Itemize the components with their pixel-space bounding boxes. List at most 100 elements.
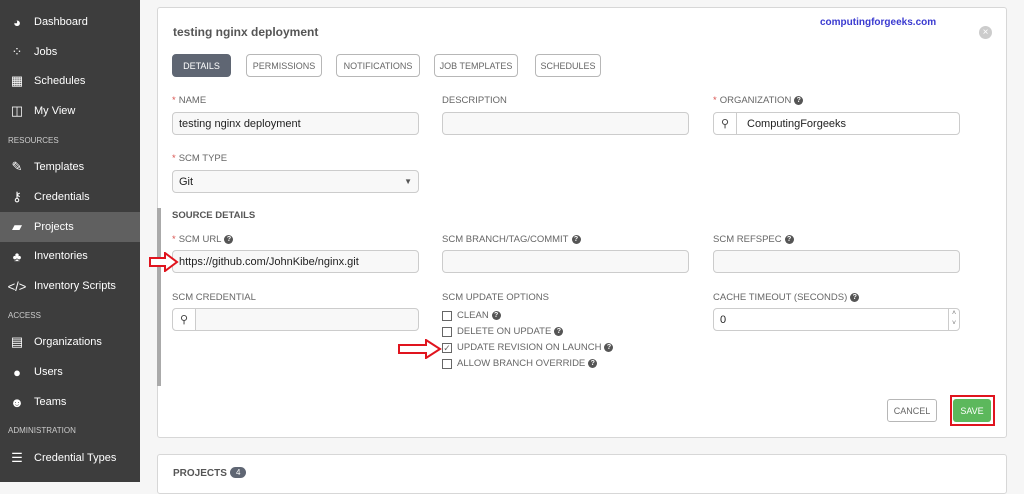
sidebar-item-schedules[interactable]: ▦ Schedules <box>0 66 140 96</box>
key-icon: ⚷ <box>12 189 22 204</box>
sidebar-item-label: Jobs <box>34 46 58 58</box>
scm-update-options-label: SCM UPDATE OPTIONS <box>442 292 549 303</box>
option-label: ALLOW BRANCH OVERRIDE <box>457 358 586 369</box>
help-icon[interactable]: ? <box>224 234 234 244</box>
section-indicator <box>157 208 161 386</box>
search-icon[interactable]: ⚲ <box>173 309 196 330</box>
sidebar-item-inventories[interactable]: ♣ Inventories <box>0 241 140 271</box>
help-icon[interactable]: ? <box>571 234 581 244</box>
list-alt-icon: ☰ <box>11 450 23 465</box>
building-icon: ▤ <box>10 334 24 349</box>
scm-url-input[interactable]: https://github.com/JohnKibe/nginx.git <box>172 250 419 273</box>
help-icon[interactable]: ? <box>604 343 614 352</box>
sidebar: ◕ Dashboard ⁘ Jobs ▦ Schedules ◫ My View ✎ Templa… <box>0 0 140 482</box>
sidebar-item-label: Users <box>34 366 63 378</box>
sidebar-item-label: Teams <box>34 396 67 408</box>
description-input[interactable] <box>442 112 689 135</box>
option-update-revision-on-launch[interactable]: ✓ UPDATE REVISION ON LAUNCH? <box>442 342 614 353</box>
sidebar-section-heading: ADMINISTRATION <box>8 426 76 435</box>
red-arrow-annotation <box>149 252 179 272</box>
sidebar-item-label: Inventory Scripts <box>34 280 116 292</box>
help-icon[interactable]: ? <box>554 327 564 336</box>
sidebar-item-users[interactable]: ● Users <box>0 357 140 387</box>
sidebar-item-label: Organizations <box>34 336 102 348</box>
description-label: DESCRIPTION <box>442 95 507 106</box>
sidebar-item-credentials[interactable]: ⚷ Credentials <box>0 182 140 212</box>
cache-timeout-label: CACHE TIMEOUT (SECONDS)? <box>713 292 860 303</box>
code-icon: </> <box>7 278 27 294</box>
organization-label: * ORGANIZATION? <box>713 95 804 106</box>
option-label: CLEAN <box>457 310 489 321</box>
sidebar-item-teams[interactable]: ☻ Teams <box>0 387 140 417</box>
sidebar-item-dashboard[interactable]: ◕ Dashboard <box>0 7 140 37</box>
edit-icon: ✎ <box>11 159 23 174</box>
sidebar-item-label: Credential Types <box>34 452 117 464</box>
scm-url-label: * SCM URL? <box>172 234 234 245</box>
help-icon[interactable]: ? <box>794 95 804 105</box>
help-icon[interactable]: ? <box>850 292 860 302</box>
scm-branch-label: SCM BRANCH/TAG/COMMIT? <box>442 234 581 245</box>
sidebar-item-label: Inventories <box>34 250 88 262</box>
sidebar-item-label: Schedules <box>34 75 86 87</box>
projects-heading: PROJECTS <box>173 468 227 479</box>
scm-type-select[interactable]: Git ▼ <box>172 170 419 193</box>
sidebar-item-projects[interactable]: ▰ Projects <box>0 212 140 242</box>
sidebar-item-label: Dashboard <box>34 16 88 28</box>
sidebar-item-label: Templates <box>34 161 85 173</box>
spinner-icon: ⁘ <box>11 44 23 59</box>
checkbox[interactable]: ✓ <box>442 342 452 353</box>
cache-timeout-input[interactable]: 0 ˄ ˅ <box>713 308 960 331</box>
sidebar-item-inventory-scripts[interactable]: </> Inventory Scripts <box>0 271 140 301</box>
folder-open-icon: ▰ <box>12 219 22 234</box>
option-label: UPDATE REVISION ON LAUNCH <box>457 342 602 353</box>
scm-branch-input[interactable] <box>442 250 689 273</box>
option-clean[interactable]: CLEAN? <box>442 310 501 321</box>
option-label: DELETE ON UPDATE <box>457 326 552 337</box>
sidebar-item-templates[interactable]: ✎ Templates <box>0 152 140 182</box>
sitemap-icon: ♣ <box>12 248 22 264</box>
tab-permissions[interactable]: PERMISSIONS <box>246 54 322 77</box>
close-icon[interactable]: × <box>979 26 992 39</box>
help-icon[interactable]: ? <box>588 359 598 368</box>
red-arrow-annotation <box>398 339 442 359</box>
users-icon: ☻ <box>10 394 24 410</box>
projects-count-badge: 4 <box>230 467 247 478</box>
option-delete-on-update[interactable]: DELETE ON UPDATE? <box>442 326 564 337</box>
sidebar-item-label: Projects <box>34 221 74 233</box>
sidebar-item-organizations[interactable]: ▤ Organizations <box>0 327 140 357</box>
search-icon[interactable]: ⚲ <box>714 113 737 134</box>
help-icon[interactable]: ? <box>491 311 501 320</box>
scm-credential-label: SCM CREDENTIAL <box>172 292 256 303</box>
help-icon[interactable]: ? <box>784 234 794 244</box>
tab-job-templates[interactable]: JOB TEMPLATES <box>434 54 518 77</box>
columns-icon: ◫ <box>10 103 24 118</box>
tab-details[interactable]: DETAILS <box>172 54 231 77</box>
save-button[interactable]: SAVE <box>953 399 991 422</box>
projects-list-panel: PROJECTS 4 <box>157 454 1007 494</box>
checkbox[interactable] <box>442 358 452 369</box>
watermark: computingforgeeks.com <box>820 17 937 28</box>
sidebar-item-label: Credentials <box>34 191 90 203</box>
calendar-icon: ▦ <box>10 73 24 88</box>
scm-credential-input[interactable]: ⚲ <box>172 308 419 331</box>
sidebar-item-label: My View <box>34 105 76 117</box>
spinner-arrows-icon[interactable]: ˄ ˅ <box>948 309 959 330</box>
sidebar-section-heading: ACCESS <box>8 311 41 320</box>
option-allow-branch-override[interactable]: ALLOW BRANCH OVERRIDE? <box>442 358 598 369</box>
scm-type-label: * SCM TYPE <box>172 153 228 164</box>
dashboard-icon: ◕ <box>13 14 21 30</box>
sidebar-item-my-view[interactable]: ◫ My View <box>0 96 140 126</box>
tab-schedules[interactable]: SCHEDULES <box>535 54 601 77</box>
sidebar-item-credential-types[interactable]: ☰ Credential Types <box>0 443 140 473</box>
tab-notifications[interactable]: NOTIFICATIONS <box>336 54 420 77</box>
checkbox[interactable] <box>442 310 452 321</box>
cancel-button[interactable]: CANCEL <box>887 399 937 422</box>
name-input[interactable]: testing nginx deployment <box>172 112 419 135</box>
form-title: testing nginx deployment <box>173 25 319 39</box>
checkbox[interactable] <box>442 326 452 337</box>
user-icon: ● <box>13 364 21 380</box>
organization-input[interactable]: ⚲ ComputingForgeeks <box>713 112 960 135</box>
source-details-heading: SOURCE DETAILS <box>172 210 256 221</box>
sidebar-item-jobs[interactable]: ⁘ Jobs <box>0 37 140 67</box>
scm-refspec-input[interactable] <box>713 250 960 273</box>
